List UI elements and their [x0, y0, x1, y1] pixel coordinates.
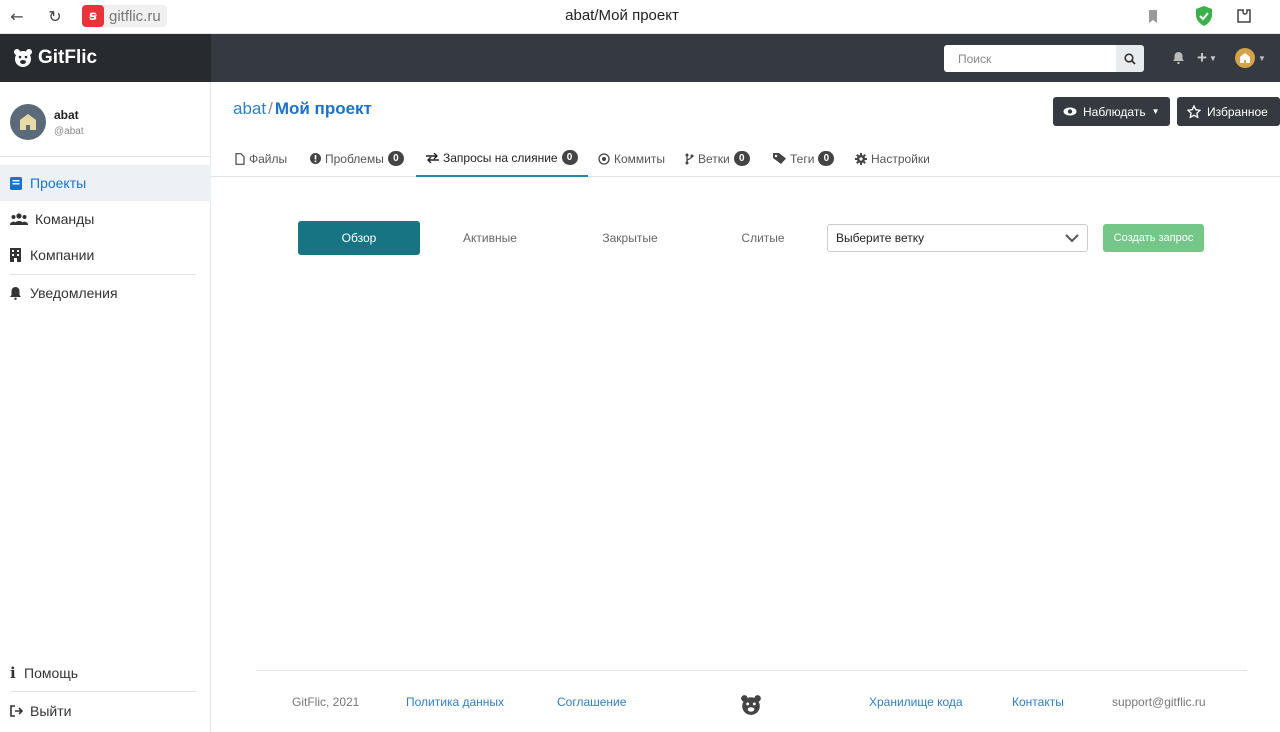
branch-select[interactable]: Выберите ветку — [827, 224, 1088, 252]
top-navbar: GitFlic +▼ ▼ — [0, 34, 1280, 82]
bookmark-icon[interactable] — [1143, 6, 1163, 26]
book-icon — [10, 176, 30, 190]
tab-merge-requests[interactable]: Запросы на слияние 0 — [416, 140, 588, 177]
brand-name: GitFlic — [38, 47, 98, 68]
exclamation-circle-icon — [310, 153, 321, 164]
watch-button[interactable]: Наблюдать ▼ — [1053, 97, 1170, 126]
commit-icon — [598, 152, 610, 165]
footer-divider — [256, 670, 1247, 671]
search-input[interactable] — [944, 45, 1116, 72]
breadcrumb: abat / Мой проект — [233, 99, 372, 119]
branch-icon — [685, 153, 694, 165]
users-icon — [10, 213, 35, 225]
page-title[interactable]: Мой проект — [275, 99, 372, 118]
tab-label: Теги — [790, 151, 815, 166]
footer-contacts-link[interactable]: Контакты — [1012, 695, 1064, 709]
footer-copyright: GitFlic, 2021 — [292, 695, 360, 709]
filter-overview-button[interactable]: Обзор — [298, 221, 420, 255]
bear-logo-icon — [14, 49, 32, 67]
search-box — [944, 45, 1144, 72]
chevron-down-icon: ▼ — [1151, 107, 1160, 116]
user-handle: @abat — [54, 126, 84, 137]
search-icon — [1124, 52, 1136, 65]
issues-count-badge: 0 — [387, 151, 404, 166]
avatar — [1235, 48, 1255, 68]
sidebar-item-teams[interactable]: Команды — [0, 201, 211, 237]
sidebar: abat @abat Проекты Команды Компании Увед… — [0, 82, 211, 732]
create-merge-request-button[interactable]: Создать запрос — [1103, 224, 1204, 252]
sidebar-item-logout[interactable]: Выйти — [0, 693, 211, 729]
tag-icon — [773, 153, 786, 164]
sidebar-item-label: Уведомления — [30, 285, 118, 301]
building-icon — [10, 248, 30, 262]
filter-merged-button[interactable]: Слитые — [702, 221, 824, 255]
sidebar-item-companies[interactable]: Компании — [0, 237, 211, 273]
chevron-down-icon — [1065, 234, 1079, 243]
branches-count-badge: 0 — [733, 151, 750, 166]
watch-button-label: Наблюдать — [1083, 104, 1146, 119]
breadcrumb-owner-link[interactable]: abat — [233, 99, 266, 118]
sidebar-item-label: Проекты — [30, 175, 87, 191]
sidebar-item-label: Команды — [35, 211, 95, 227]
sidebar-divider — [10, 691, 196, 692]
filter-closed-button[interactable]: Закрытые — [569, 221, 691, 255]
notifications-bell-icon[interactable] — [1173, 48, 1184, 68]
eye-icon — [1063, 107, 1077, 116]
tab-label: Ветки — [698, 151, 730, 166]
house-avatar-icon — [20, 114, 36, 130]
file-icon — [235, 152, 245, 165]
footer-bear-logo-icon — [740, 694, 762, 719]
merge-requests-count-badge: 0 — [561, 150, 578, 165]
browser-toolbar: ← ↻ ꞩ gitflic.ru abat/Мой проект — [0, 0, 1280, 34]
tab-commits[interactable]: Коммиты — [598, 140, 665, 177]
user-profile-block[interactable]: abat @abat — [0, 82, 211, 157]
sidebar-item-label: Компании — [30, 247, 95, 263]
tags-count-badge: 0 — [818, 151, 835, 166]
sidebar-item-label: Помощь — [24, 665, 79, 681]
gear-icon — [855, 152, 867, 165]
exchange-icon — [426, 152, 439, 163]
tab-files[interactable]: Файлы — [235, 140, 287, 177]
bell-icon — [10, 286, 30, 300]
filter-active-button[interactable]: Активные — [429, 221, 551, 255]
add-menu-icon[interactable]: + ▼ — [1197, 48, 1217, 68]
brand-logo[interactable]: GitFlic — [0, 34, 211, 82]
sidebar-item-notifications[interactable]: Уведомления — [0, 275, 211, 311]
extensions-icon[interactable] — [1234, 6, 1254, 26]
user-menu[interactable]: ▼ — [1235, 48, 1266, 68]
star-icon — [1187, 104, 1201, 119]
user-avatar — [10, 104, 46, 140]
browser-page-title: abat/Мой проект — [565, 7, 679, 24]
favorite-button[interactable]: Избранное — [1177, 97, 1280, 126]
tab-label: Файлы — [249, 151, 288, 166]
sidebar-item-help[interactable]: i Помощь — [0, 655, 211, 691]
tab-label: Запросы на слияние — [443, 150, 558, 165]
footer-agreement-link[interactable]: Соглашение — [557, 695, 626, 709]
footer-storage-link[interactable]: Хранилище кода — [869, 695, 963, 709]
user-name: abat — [54, 108, 79, 122]
chevron-down-icon: ▼ — [1258, 53, 1266, 63]
sidebar-item-label: Выйти — [30, 703, 72, 719]
favorite-button-label: Избранное — [1207, 104, 1268, 119]
tab-label: Коммиты — [614, 151, 665, 166]
breadcrumb-separator: / — [268, 99, 273, 118]
tab-branches[interactable]: Ветки 0 — [685, 140, 750, 177]
footer-support-email[interactable]: support@gitflic.ru — [1112, 695, 1206, 709]
info-icon: i — [10, 664, 16, 682]
logout-icon — [10, 705, 30, 717]
footer-privacy-link[interactable]: Политика данных — [406, 695, 504, 709]
tab-issues[interactable]: Проблемы 0 — [310, 140, 404, 177]
project-tabs: Файлы Проблемы 0 Запросы на слияние 0 Ко… — [211, 140, 1280, 177]
sidebar-item-projects[interactable]: Проекты — [0, 165, 211, 201]
tab-tags[interactable]: Теги 0 — [773, 140, 835, 177]
tab-label: Настройки — [871, 151, 930, 166]
branch-select-value: Выберите ветку — [836, 231, 925, 245]
tab-settings[interactable]: Настройки — [855, 140, 930, 177]
tab-label: Проблемы — [325, 151, 384, 166]
shield-icon[interactable] — [1194, 6, 1214, 26]
search-button[interactable] — [1116, 45, 1144, 72]
